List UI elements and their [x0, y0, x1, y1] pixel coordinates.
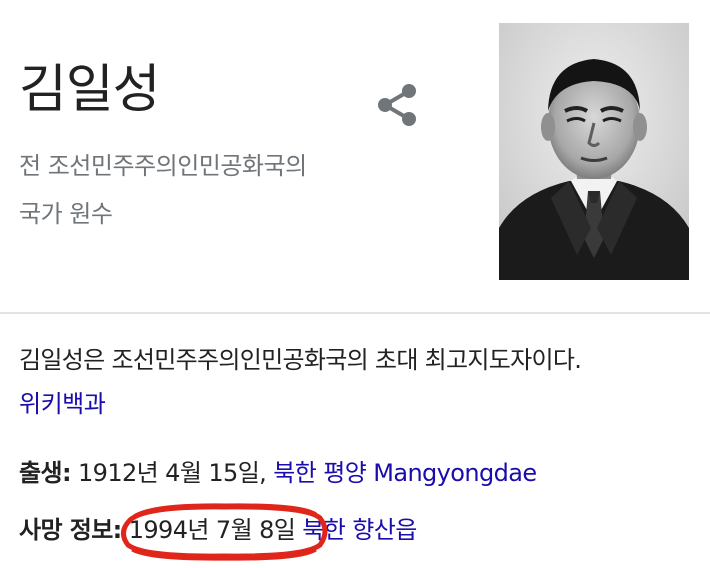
entity-description: 김일성은 조선민주주의인민공화국의 초대 최고지도자이다. [19, 346, 582, 374]
portrait-image[interactable] [499, 23, 689, 280]
share-icon [378, 84, 416, 126]
section-divider [0, 312, 710, 314]
death-date: 1994년 7월 8일 [128, 516, 296, 544]
birth-label: 출생: [19, 459, 72, 487]
wikipedia-source-link[interactable]: 위키백과 [19, 386, 106, 422]
share-button[interactable] [374, 82, 420, 128]
death-label: 사망 정보: [19, 516, 122, 544]
death-place-link[interactable]: 북한 향산읍 [302, 516, 417, 544]
entity-subtitle: 전 조선민주주의인민공화국의 국가 원수 [19, 152, 307, 228]
birth-date: 1912년 4월 15일, [70, 459, 274, 487]
birth-place-link[interactable]: 북한 평양 Mangyongdae [273, 459, 537, 487]
birth-fact: 출생: 1912년 4월 15일, 북한 평양 Mangyongdae [19, 455, 537, 491]
death-fact: 사망 정보: 1994년 7월 8일 북한 향산읍 [19, 512, 417, 548]
page-title: 김일성 [19, 60, 161, 120]
portrait-photo [499, 23, 689, 280]
